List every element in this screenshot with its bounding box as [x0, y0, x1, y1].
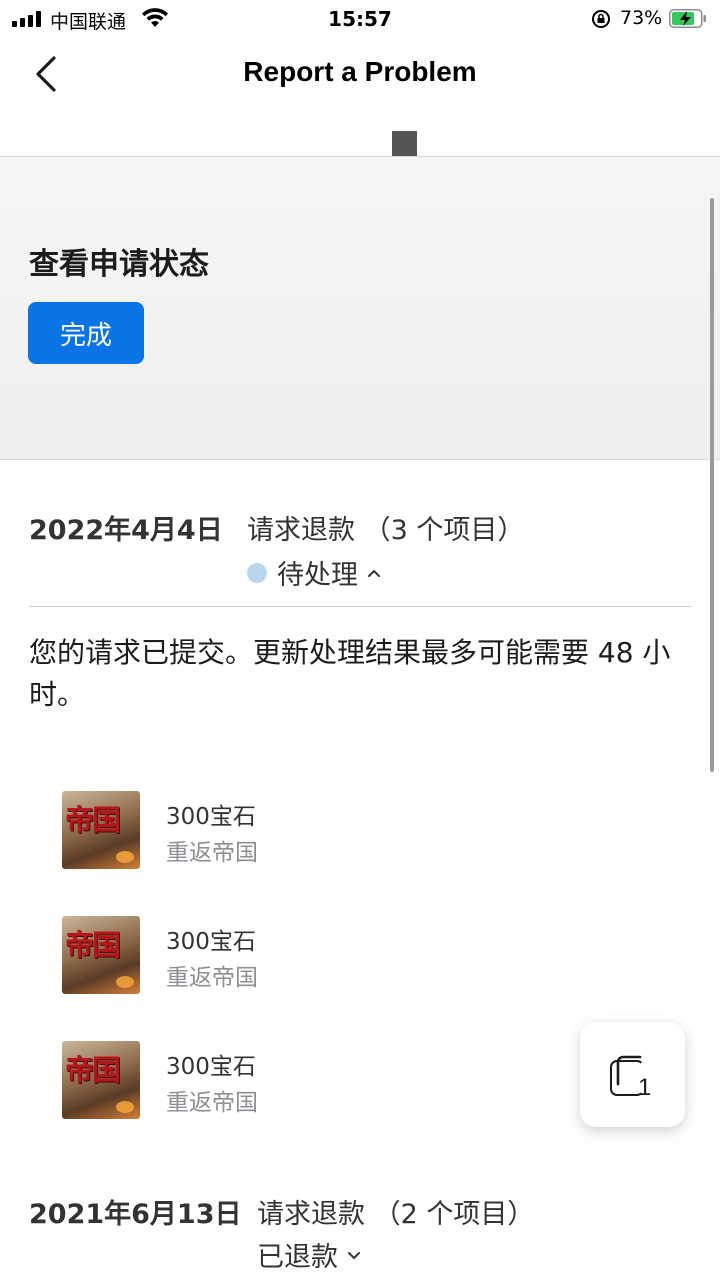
- request-status-label: 待处理: [277, 560, 358, 591]
- list-item: 帝国 300宝石 重返帝国: [62, 1041, 462, 1119]
- request-date: 2021年6月13日: [29, 1199, 242, 1230]
- item-app-name: 重返帝国: [166, 840, 258, 866]
- done-button[interactable]: 完成: [28, 302, 144, 364]
- divider: [29, 606, 692, 607]
- chevron-down-icon: [348, 1251, 360, 1259]
- loading-indicator: [392, 131, 417, 156]
- request-type: 请求退款 （2 个项目）: [257, 1199, 535, 1230]
- list-item: 帝国 300宝石 重返帝国: [62, 791, 462, 869]
- decoration: [116, 851, 134, 863]
- request-type: 请求退款 （3 个项目）: [247, 515, 525, 546]
- app-thumbnail: 帝国: [62, 916, 140, 994]
- request-status-toggle[interactable]: 待处理: [247, 553, 380, 592]
- chevron-up-icon: [368, 569, 380, 577]
- pending-status-dot: [247, 562, 267, 583]
- tabs-button[interactable]: 1: [580, 1022, 685, 1127]
- request-message: 您的请求已提交。更新处理结果最多可能需要 48 小时。: [29, 636, 671, 711]
- item-app-name: 重返帝国: [166, 1090, 258, 1116]
- list-item: 帝国 300宝石 重返帝国: [62, 916, 462, 994]
- section-title: 查看申请状态: [29, 247, 209, 282]
- app-logo-text: 帝国: [65, 1053, 121, 1087]
- tabs-count: 1: [638, 1074, 652, 1101]
- clock: 15:57: [328, 7, 392, 31]
- status-bar: 中国联通 15:57 73%: [0, 0, 720, 40]
- page-title: Report a Problem: [243, 56, 477, 87]
- app-thumbnail: 帝国: [62, 1041, 140, 1119]
- battery-percentage: 73%: [620, 7, 663, 29]
- decoration: [116, 1101, 134, 1113]
- app-logo-text: 帝国: [65, 928, 121, 962]
- battery-charging-icon: [669, 9, 706, 28]
- scrollbar[interactable]: [710, 198, 714, 772]
- status-header-section: 查看申请状态 完成: [0, 157, 720, 460]
- item-name: 300宝石: [166, 804, 256, 830]
- decoration: [116, 976, 134, 988]
- request-status-label: 已退款: [257, 1242, 338, 1273]
- rotation-lock-icon: [592, 10, 610, 28]
- request-date: 2022年4月4日: [29, 515, 223, 546]
- request-status-toggle[interactable]: 已退款: [257, 1235, 360, 1274]
- item-name: 300宝石: [166, 929, 256, 955]
- item-app-name: 重返帝国: [166, 965, 258, 991]
- app-thumbnail: 帝国: [62, 791, 140, 869]
- app-logo-text: 帝国: [65, 803, 121, 837]
- item-name: 300宝石: [166, 1054, 256, 1080]
